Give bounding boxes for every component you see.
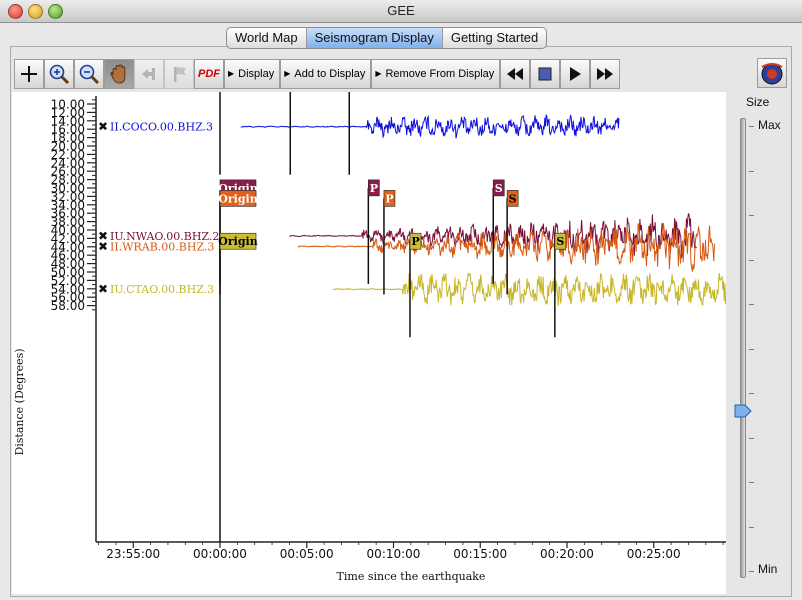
zoom-in-button[interactable]	[44, 58, 74, 89]
hand-icon	[110, 63, 126, 84]
tab-getting-started[interactable]: Getting Started	[443, 28, 546, 48]
size-slider-track[interactable]	[740, 118, 746, 578]
flag-icon	[174, 66, 186, 82]
zoom-in-icon	[49, 64, 70, 84]
play-small-icon: ▶	[228, 69, 235, 78]
remove-from-display-label: Remove From Display	[385, 67, 495, 80]
slider-tick	[749, 437, 754, 439]
slider-tick	[749, 348, 754, 350]
phase-label-s: S	[509, 192, 517, 205]
station-label: II.WRAB.00.BHZ.3	[110, 240, 214, 253]
station-remove-icon[interactable]: ✖	[98, 120, 108, 134]
x-tick-label: 00:25:00	[627, 547, 681, 561]
plus-icon	[21, 65, 37, 82]
phase-label-s: S	[556, 235, 564, 248]
window-title: GEE	[387, 3, 415, 18]
x-axis-label: Time since the earthquake	[337, 570, 486, 583]
play-small-icon: ▶	[284, 69, 291, 78]
station-label: II.COCO.00.BHZ.3	[110, 121, 213, 134]
station-label: IU.CTAO.00.BHZ.3	[110, 283, 214, 296]
pan-hand-button[interactable]	[104, 58, 134, 89]
slider-tick	[749, 126, 754, 127]
phase-label-p: P	[370, 182, 378, 195]
phase-markers: OriginPSOriginPSOriginPSOriginPS	[218, 70, 567, 542]
tab-seismogram-display[interactable]: Seismogram Display	[306, 28, 443, 48]
tab-bar: World Map Seismogram Display Getting Sta…	[226, 27, 548, 49]
station-remove-icon[interactable]: ✖	[98, 239, 108, 253]
slider-tick	[749, 304, 754, 305]
stop-icon	[538, 67, 552, 80]
x-tick-label: 23:55:00	[106, 547, 160, 561]
phase-label-origin: Origin	[218, 235, 257, 248]
export-pdf-button[interactable]: PDF	[194, 58, 224, 89]
remove-from-display-button[interactable]: ▶ Remove From Display	[371, 58, 501, 89]
earth-logo-icon	[761, 63, 783, 85]
size-max-label: Max	[758, 118, 781, 132]
slider-tick	[749, 571, 754, 572]
fast-forward-icon	[597, 67, 614, 80]
add-to-display-label: Add to Display	[294, 67, 366, 80]
y-axis-label: Distance (Degrees)	[13, 348, 26, 455]
play-icon	[570, 66, 582, 81]
slider-tick	[749, 215, 754, 216]
rewind-button[interactable]	[500, 58, 531, 89]
phase-label-p: P	[411, 235, 419, 248]
trace-II.COCO.00.BHZ.3	[240, 114, 620, 139]
display-label: Display	[238, 67, 275, 80]
size-min-label: Min	[758, 562, 778, 576]
app-logo[interactable]	[757, 58, 787, 88]
toolbar: PDF ▶ Display ▶ Add to Display ▶ Remove …	[14, 57, 621, 90]
pdf-icon: PDF	[198, 67, 220, 80]
x-tick-label: 00:15:00	[453, 547, 507, 561]
slider-tick	[749, 393, 754, 394]
seismogram-plot-area[interactable]: Distance (Degrees) Time since the earthq…	[12, 70, 741, 594]
slider-tick	[749, 482, 754, 483]
station-labels: ✖ II.COCO.00.BHZ.3✖ IU.NWAO.00.BHZ.2✖ II.WR…	[98, 120, 219, 297]
play-small-icon: ▶	[375, 69, 382, 78]
play-button[interactable]	[560, 58, 591, 89]
size-label: Size	[746, 95, 770, 109]
slider-tick	[749, 526, 754, 528]
x-tick-label: 00:05:00	[280, 547, 334, 561]
slider-tick	[749, 259, 754, 261]
station-remove-icon[interactable]: ✖	[98, 282, 108, 296]
slider-tick	[749, 170, 754, 172]
back-arrow-icon	[142, 67, 155, 80]
zoom-out-button[interactable]	[74, 58, 104, 89]
stop-button[interactable]	[530, 58, 561, 89]
phase-label-origin: Origin	[218, 192, 257, 205]
x-tick-label: 00:10:00	[367, 547, 421, 561]
seismogram-chart: Distance (Degrees) Time since the earthq…	[13, 70, 741, 583]
display-button[interactable]: ▶ Display	[224, 58, 281, 89]
traces	[240, 114, 741, 306]
axes: 10.0012.0014.0016.0018.0020.0022.0024.00…	[51, 96, 726, 561]
fast-forward-button[interactable]	[590, 58, 621, 89]
phase-label-s: S	[495, 182, 503, 195]
x-tick-label: 00:00:00	[193, 547, 247, 561]
zoom-out-icon	[79, 64, 100, 84]
y-tick-label: 58.00	[51, 299, 85, 313]
size-slider-knob[interactable]	[734, 403, 752, 419]
phase-label-p: P	[385, 192, 393, 205]
flag-button[interactable]	[164, 58, 194, 89]
back-button[interactable]	[134, 58, 164, 89]
add-plus-button[interactable]	[14, 58, 44, 89]
add-to-display-button[interactable]: ▶ Add to Display	[280, 58, 372, 89]
size-sidebar	[728, 92, 788, 592]
tab-world-map[interactable]: World Map	[227, 28, 307, 48]
title-bar: GEE	[0, 0, 802, 23]
rewind-icon	[507, 67, 524, 80]
x-tick-label: 00:20:00	[540, 547, 594, 561]
trace-IU.CTAO.00.BHZ.3	[332, 272, 741, 306]
